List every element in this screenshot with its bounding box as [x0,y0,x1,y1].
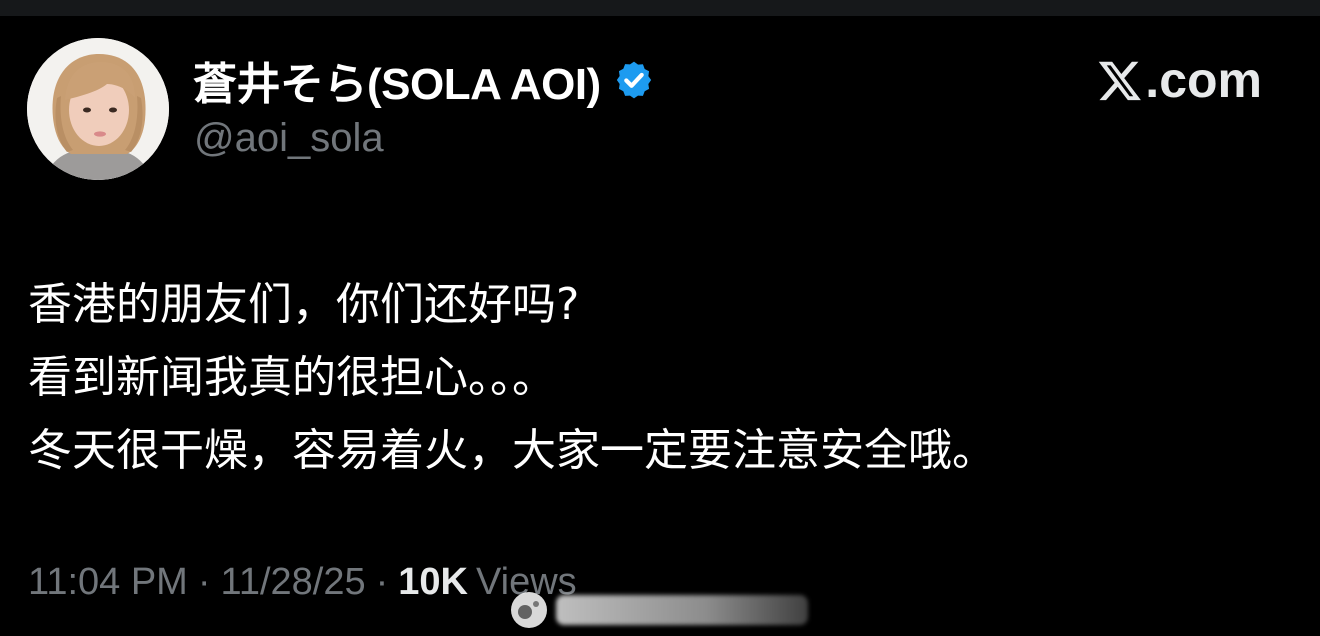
avatar[interactable] [27,38,169,180]
watermark-logo-icon [508,589,550,631]
top-strip [0,0,1320,16]
avatar-image [27,38,169,180]
tweet-line: 冬天很干燥，容易着火，大家一定要注意安全哦。 [28,425,996,476]
tweet-time[interactable]: 11:04 PM [28,561,188,604]
watermark-text-blur [556,595,808,625]
verified-badge-icon [613,59,655,101]
tweet-line: 香港的朋友们，你们还好吗? [28,279,580,330]
user-handle[interactable]: @aoi_sola [194,116,384,161]
tweet-line: 看到新闻我真的很担心。。。 [28,352,556,403]
tweet-date[interactable]: 11/28/25 [221,561,366,604]
x-logo-icon [1097,57,1143,103]
tweet-text: 香港的朋友们，你们还好吗? 看到新闻我真的很担心。。。 冬天很干燥，容易着火，大… [28,268,1298,487]
tweet-meta: 11:04 PM · 11/28/25 · 10K Views [28,556,577,608]
meta-separator: · [375,560,389,603]
watermark-overlay [508,588,808,632]
tweet-card: 蒼井そら(SOLA AOI) @aoi_sola .com 香港的朋友们，你们还… [0,16,1320,632]
display-name[interactable]: 蒼井そら(SOLA AOI) [193,48,601,112]
x-brand: .com [1097,52,1262,108]
meta-separator: · [197,560,211,603]
author-name-row: 蒼井そら(SOLA AOI) [193,52,655,109]
views-count: 10K [398,560,468,603]
brand-suffix: .com [1145,52,1262,108]
